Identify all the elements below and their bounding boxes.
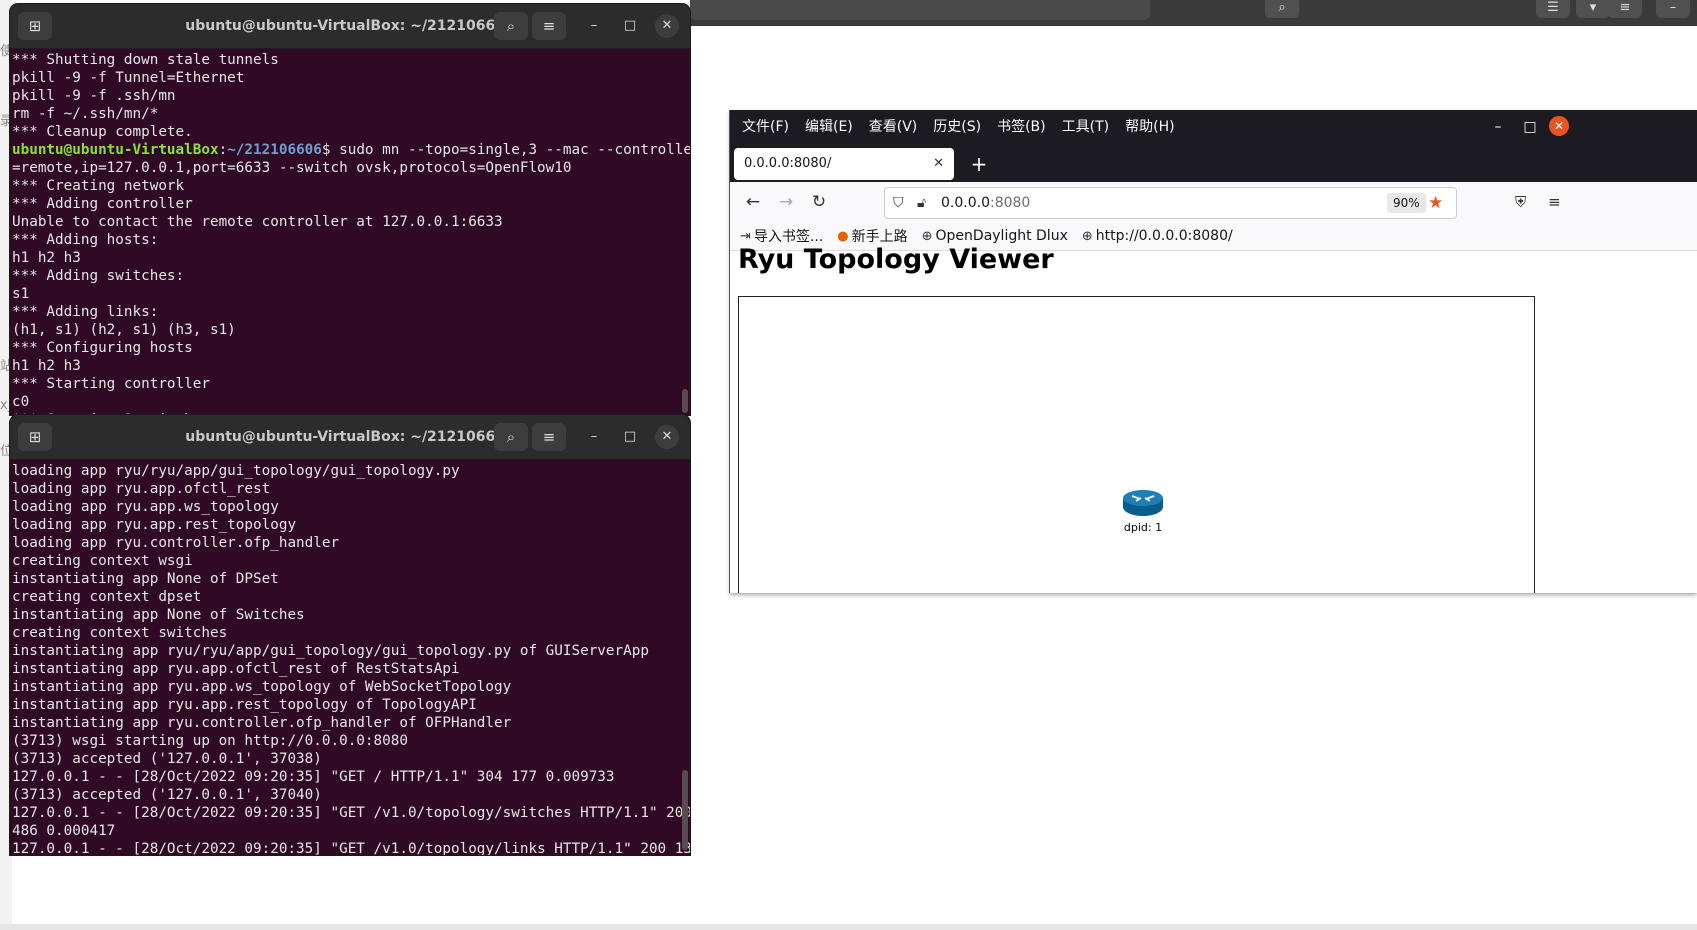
terminal-window-bottom[interactable]: ⊞ ubuntu@ubuntu-VirtualBox: ~/212106606 … — [10, 415, 690, 855]
bookmark-label: OpenDaylight Dlux — [935, 228, 1068, 244]
pocket-icon[interactable]: ⛨ — [1515, 188, 1526, 216]
minimize-icon[interactable]: – — [582, 14, 606, 38]
prompt-path: ~/212106606 — [227, 142, 322, 158]
background-window-header: ⌕ ☰ ▾ ≡ – — [690, 0, 1697, 26]
terminal-titlebar[interactable]: ⊞ ubuntu@ubuntu-VirtualBox: ~/212106606 … — [10, 4, 690, 49]
menu-icon[interactable]: ≡ — [1608, 0, 1642, 18]
page-content: Ryu Topology Viewer dpid: 1 — [730, 244, 1697, 593]
hamburger-menu-icon[interactable]: ≡ — [532, 12, 566, 40]
close-icon[interactable]: ✕ — [655, 425, 679, 449]
prompt-user: ubuntu@ubuntu-VirtualBox — [12, 142, 219, 158]
minimize-icon[interactable]: – — [1656, 0, 1690, 18]
terminal-output[interactable]: loading app ryu/ryu/app/gui_topology/gui… — [10, 460, 690, 855]
maximize-icon[interactable]: □ — [618, 425, 642, 449]
url-port: :8080 — [989, 195, 1031, 211]
router-icon — [1123, 490, 1163, 516]
close-icon[interactable]: ✕ — [655, 14, 679, 38]
bookmark-label: http://0.0.0.0:8080/ — [1095, 228, 1233, 244]
node-label: dpid: 1 — [1123, 521, 1163, 534]
page-title: Ryu Topology Viewer — [738, 244, 1054, 275]
insecure-lock-icon[interactable]: 🔓︎ — [917, 188, 926, 218]
shield-icon[interactable]: ⛉ — [893, 188, 904, 218]
menu-bookmarks[interactable]: 书签(B) — [989, 110, 1054, 144]
scrollbar[interactable] — [682, 770, 688, 850]
bookmark-localhost[interactable]: ⊕ http://0.0.0.0:8080/ — [1082, 228, 1233, 244]
tab-title: 0.0.0.0:8080/ — [744, 156, 832, 171]
terminal-output[interactable]: *** Shutting down stale tunnels pkill -9… — [10, 49, 690, 415]
firefox-icon: ● — [837, 228, 849, 244]
background-path-bar — [690, 0, 1150, 20]
bookmark-label: 导入书签... — [753, 229, 824, 245]
maximize-icon[interactable]: □ — [1515, 110, 1545, 144]
bookmark-label: 新手上路 — [851, 229, 908, 245]
url-text[interactable]: 0.0.0.0:8080 — [941, 188, 1030, 218]
list-view-icon[interactable]: ☰ — [1536, 0, 1570, 18]
tab-bar: 0.0.0.0:8080/ ✕ + — [730, 144, 1697, 182]
back-icon[interactable]: ← — [738, 188, 768, 216]
tab-close-icon[interactable]: ✕ — [933, 148, 944, 180]
new-tab-button[interactable]: + — [964, 148, 994, 180]
menu-help[interactable]: 帮助(H) — [1117, 110, 1182, 144]
bookmark-opendaylight[interactable]: ⊕ OpenDaylight Dlux — [922, 228, 1068, 244]
bookmark-getting-started[interactable]: ● 新手上路 — [837, 226, 907, 246]
forward-icon[interactable]: → — [771, 188, 801, 216]
menu-bar: 文件(F) 编辑(E) 查看(V) 历史(S) 书签(B) 工具(T) 帮助(H… — [730, 110, 1697, 144]
bookmark-star-icon[interactable]: ★ — [1428, 188, 1443, 218]
chevron-down-icon[interactable]: ▾ — [1576, 0, 1610, 18]
menu-file[interactable]: 文件(F) — [734, 110, 797, 144]
navigation-toolbar: ← → ↻ ⛉ 🔓︎ 0.0.0.0:8080 90% ★ ⛨ ≡ — [730, 182, 1697, 222]
topology-canvas[interactable]: dpid: 1 — [738, 296, 1535, 593]
reload-icon[interactable]: ↻ — [804, 188, 834, 216]
import-icon: ⇥ — [740, 228, 751, 244]
search-icon[interactable]: ⌕ — [494, 423, 528, 451]
bookmark-import[interactable]: ⇥ 导入书签... — [740, 226, 823, 246]
prompt-command: $ sudo mn --topo=single,3 --mac --contro… — [321, 142, 690, 158]
search-icon[interactable]: ⌕ — [1265, 0, 1299, 18]
terminal-lines: loading app ryu/ryu/app/gui_topology/gui… — [12, 463, 690, 855]
search-icon[interactable]: ⌕ — [494, 12, 528, 40]
globe-icon: ⊕ — [1081, 228, 1093, 244]
minimize-icon[interactable]: – — [1483, 110, 1513, 144]
firefox-window[interactable]: 文件(F) 编辑(E) 查看(V) 历史(S) 书签(B) 工具(T) 帮助(H… — [730, 110, 1697, 593]
close-icon[interactable]: ✕ — [1549, 116, 1569, 136]
url-host: 0.0.0.0 — [941, 195, 990, 211]
hamburger-menu-icon[interactable]: ≡ — [532, 423, 566, 451]
maximize-icon[interactable]: □ — [618, 14, 642, 38]
terminal-titlebar[interactable]: ⊞ ubuntu@ubuntu-VirtualBox: ~/212106606 … — [10, 415, 690, 460]
zoom-indicator[interactable]: 90% — [1387, 193, 1426, 213]
menu-edit[interactable]: 编辑(E) — [797, 110, 861, 144]
terminal-lines: *** Shutting down stale tunnels pkill -9… — [12, 52, 279, 140]
switch-node[interactable]: dpid: 1 — [1113, 489, 1173, 534]
scrollbar[interactable] — [682, 389, 688, 413]
tab-active[interactable]: 0.0.0.0:8080/ ✕ — [734, 148, 954, 180]
minimize-icon[interactable]: – — [582, 425, 606, 449]
menu-history[interactable]: 历史(S) — [925, 110, 989, 144]
terminal-window-top[interactable]: ⊞ ubuntu@ubuntu-VirtualBox: ~/212106606 … — [10, 4, 690, 415]
app-menu-icon[interactable]: ≡ — [1548, 188, 1561, 216]
terminal-lines: =remote,ip=127.0.0.1,port=6633 --switch … — [12, 160, 572, 415]
prompt-sep: : — [218, 142, 228, 158]
url-bar[interactable]: ⛉ 🔓︎ 0.0.0.0:8080 90% ★ — [884, 187, 1457, 219]
globe-icon: ⊕ — [921, 228, 933, 244]
menu-items: 文件(F) 编辑(E) 查看(V) 历史(S) 书签(B) 工具(T) 帮助(H… — [734, 110, 1183, 144]
menu-view[interactable]: 查看(V) — [861, 110, 926, 144]
taskbar-edge — [0, 924, 1697, 930]
menu-tools[interactable]: 工具(T) — [1054, 110, 1117, 144]
